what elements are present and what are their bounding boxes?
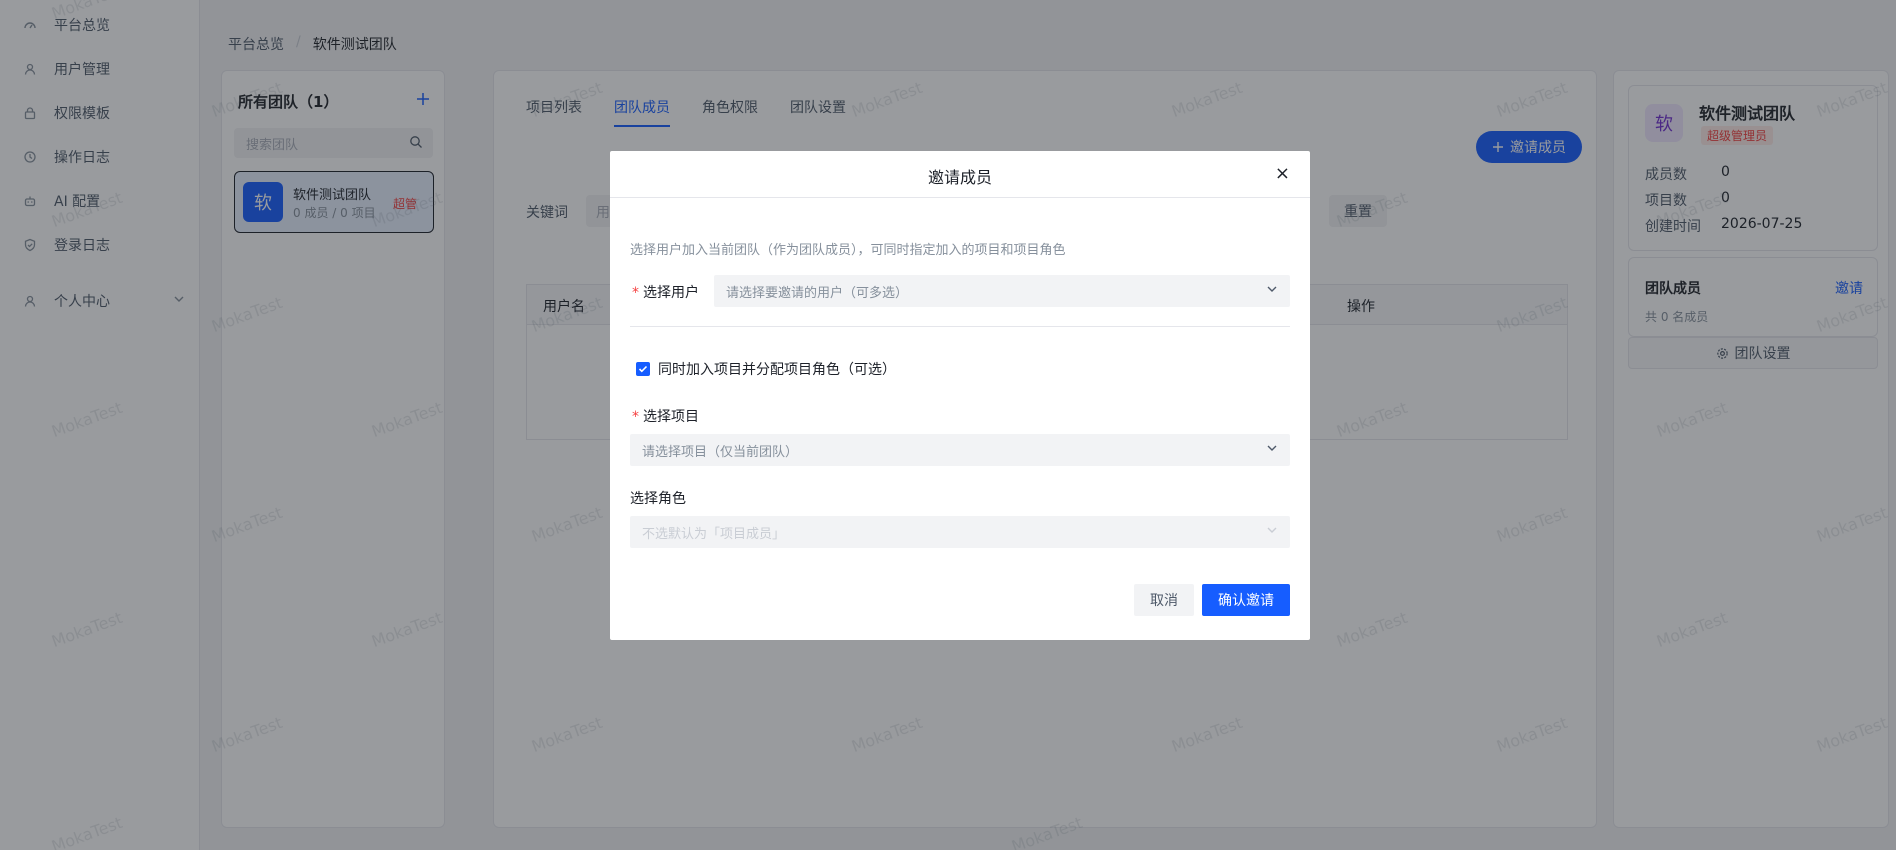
user-field-label: * 选择用户	[632, 282, 699, 302]
join-project-checkbox-label: 同时加入项目并分配项目角色（可选）	[658, 362, 896, 378]
user-select[interactable]: 请选择要邀请的用户（可多选）	[714, 275, 1290, 307]
invite-member-dialog: 邀请成员 × 选择用户加入当前团队（作为团队成员），可同时指定加入的项目和项目角…	[610, 151, 1310, 640]
required-mark: *	[632, 409, 639, 425]
dialog-description: 选择用户加入当前团队（作为团队成员），可同时指定加入的项目和项目角色	[630, 243, 1066, 258]
confirm-invite-button[interactable]: 确认邀请	[1202, 584, 1290, 616]
project-select[interactable]: 请选择项目（仅当前团队）	[630, 434, 1290, 466]
app-root: 平台总览 用户管理 权限模板 操作日志 AI 配置 登录日志 个人中心 平台总览…	[0, 0, 1896, 850]
role-select[interactable]: 不选默认为「项目成员」	[630, 516, 1290, 548]
chevron-down-icon	[1266, 524, 1278, 540]
project-field-label-text: 选择项目	[643, 409, 699, 425]
join-project-checkbox[interactable]	[636, 362, 650, 376]
cancel-button[interactable]: 取消	[1134, 584, 1194, 616]
project-field-label: * 选择项目	[632, 406, 699, 426]
user-select-placeholder: 请选择要邀请的用户（可多选）	[726, 286, 909, 301]
dialog-title: 邀请成员	[927, 168, 992, 187]
role-field-label: 选择角色	[630, 491, 686, 507]
close-icon[interactable]: ×	[1275, 163, 1290, 184]
section-divider	[630, 326, 1290, 327]
check-icon	[638, 365, 648, 373]
role-select-placeholder: 不选默认为「项目成员」	[642, 527, 786, 542]
required-mark: *	[632, 285, 639, 301]
user-field-label-text: 选择用户	[643, 285, 699, 301]
project-select-placeholder: 请选择项目（仅当前团队）	[642, 445, 799, 460]
chevron-down-icon	[1266, 283, 1278, 299]
dialog-divider	[610, 197, 1310, 198]
chevron-down-icon	[1266, 442, 1278, 458]
join-project-checkbox-row[interactable]: 同时加入项目并分配项目角色（可选）	[636, 359, 896, 379]
